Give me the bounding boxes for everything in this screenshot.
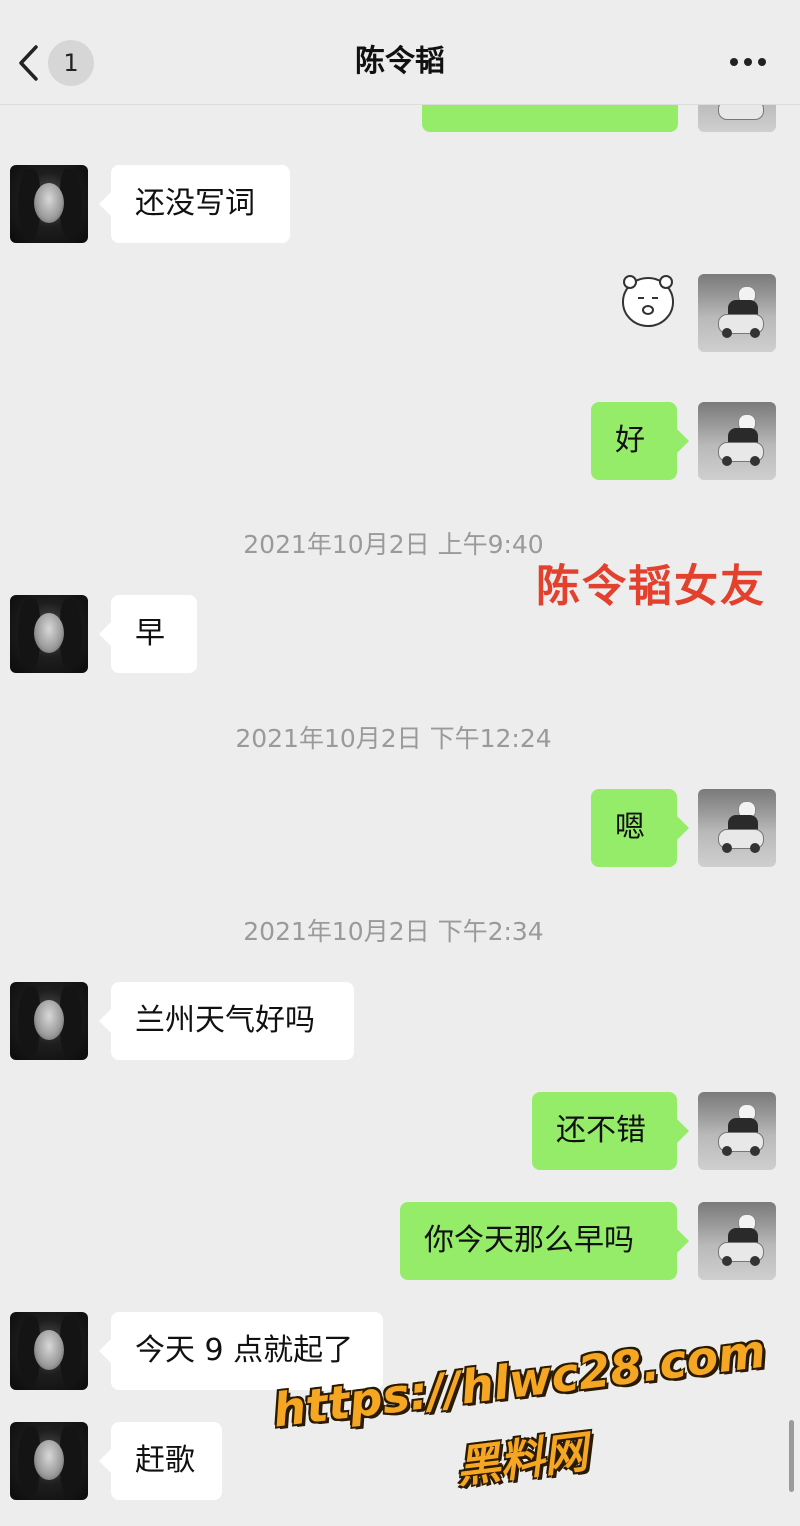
message-bubble-received[interactable]: 赶歌 [99,1422,222,1500]
message-bubble-received[interactable]: 还没写词 [99,165,290,243]
contact-avatar[interactable] [10,1422,88,1500]
my-avatar[interactable] [698,402,776,480]
timestamp: 2021年10月2日 下午12:24 [235,724,552,753]
scrollbar[interactable] [789,1420,794,1492]
contact-avatar[interactable] [10,982,88,1060]
contact-avatar[interactable] [10,1312,88,1390]
more-dots-icon[interactable] [728,58,768,68]
contact-avatar[interactable] [10,165,88,243]
watermark-site-name: 黑料网 [453,1426,591,1494]
caption-overlay: 陈令韬女友 [536,561,766,612]
my-avatar[interactable] [698,789,776,867]
bear-face-sticker[interactable] [620,272,676,332]
my-avatar[interactable] [698,1202,776,1280]
message-bubble-received[interactable]: 早 [99,595,197,673]
timestamp: 2021年10月2日 上午9:40 [243,530,544,559]
my-avatar[interactable] [698,274,776,352]
chat-title: 陈令韬 [355,44,445,79]
contact-avatar[interactable] [10,595,88,673]
message-bubble-sent[interactable]: 好 [591,402,689,480]
my-avatar[interactable] [698,1092,776,1170]
message-bubble-sent[interactable]: 还不错 [532,1092,689,1170]
chat-header: 1 陈令韬 [0,0,800,105]
timestamp: 2021年10月2日 下午2:34 [243,917,544,946]
message-bubble-received[interactable]: 兰州天气好吗 [99,982,354,1060]
message-bubble-sent[interactable]: 嗯 [591,789,689,867]
message-bubble-sent[interactable]: 你今天那么早吗 [400,1202,689,1280]
